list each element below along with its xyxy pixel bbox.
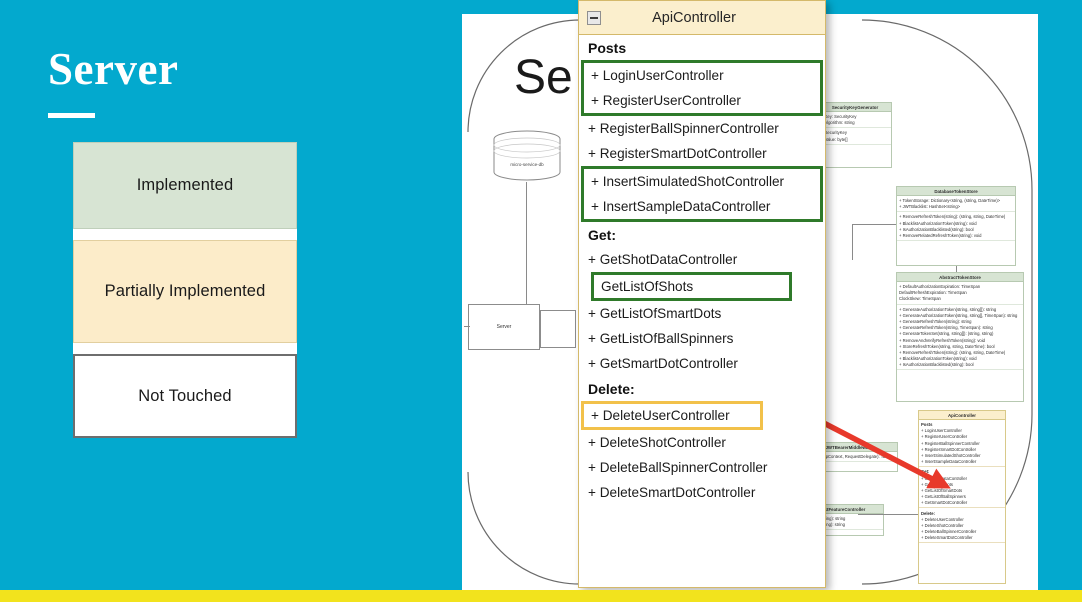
title-underline-rule (48, 113, 95, 119)
slide-background: Server Implemented Partially Implemented… (0, 0, 1082, 602)
api-entry[interactable]: + LoginUserController (584, 63, 820, 88)
server-box-label: Server (496, 324, 512, 330)
uml-method: + IsAuthorizationBlacklisted(string): bo… (899, 362, 974, 368)
legend-label: Implemented (136, 176, 234, 195)
uml-attributes: + Key: SecurityKey + Algorithm: string (819, 112, 891, 129)
api-entry[interactable]: + InsertSampleDataController (584, 194, 820, 219)
uml-attributes-2: + SecurityKey + Value: byte[] (819, 128, 891, 145)
api-entry[interactable]: + GetListOfBallSpinners (579, 326, 825, 351)
uml-group-delete: Delete: + DeleteUserController + DeleteS… (919, 508, 1005, 544)
uml-class-title: ApiController (919, 411, 1005, 420)
uml-class-apicontroller-mini: ApiController Posts + LoginUserControlle… (918, 410, 1006, 584)
page-title: Server (48, 44, 179, 94)
uml-method: + RemoveRelatedRefreshToken(string): voi… (899, 233, 982, 239)
server-box: Server (468, 304, 540, 350)
legend-item-implemented: Implemented (73, 142, 297, 229)
api-panel-header: ApiController (579, 1, 825, 35)
group-label-delete: Delete: (588, 381, 635, 397)
legend-label: Not Touched (138, 386, 232, 405)
bottom-accent-bar (0, 590, 1082, 602)
legend: Implemented Partially Implemented Not To… (73, 142, 297, 438)
legend-label: Partially Implemented (104, 282, 266, 301)
api-controller-zoom-panel: ApiController Posts + LoginUserControlle… (578, 0, 826, 588)
connector-line (852, 224, 896, 225)
api-entry[interactable]: + DeleteUserController (584, 404, 760, 427)
highlight-box-green-posts-1: + LoginUserController + RegisterUserCont… (581, 60, 823, 116)
api-panel-body: Posts + LoginUserController + RegisterUs… (579, 35, 825, 505)
group-label-posts: Posts (588, 40, 627, 56)
connector-line (464, 326, 470, 327)
uml-attr: + JWTBlacklist: HashSet<string> (899, 204, 961, 210)
uml-attr: + Algorithm: string (821, 120, 855, 126)
uml-method: + InsertSampleDataController (921, 459, 977, 465)
uml-attributes: + TokenStorage: Dictionary<string, (stri… (897, 196, 1015, 213)
uml-class-securitykeygenerator: SecurityKeyGenerator + Key: SecurityKey … (818, 102, 892, 168)
api-entry[interactable]: + DeleteShotController (579, 430, 825, 455)
highlight-box-green-getlistofshots[interactable]: GetListOfShots (591, 272, 792, 301)
title-block: Server (48, 44, 388, 119)
uml-method: + DeleteSmartDotController (921, 535, 973, 541)
legend-item-partially-implemented: Partially Implemented (73, 240, 297, 343)
connector-line (956, 266, 957, 272)
uml-attributes: + DefaultAuthorizationExpiration: TimeSp… (897, 282, 1023, 305)
uml-method: + GetSmartDotController (921, 500, 968, 506)
api-entry[interactable]: + RegisterSmartDotController (579, 141, 825, 166)
api-entry[interactable]: + GetSmartDotController (579, 351, 825, 376)
legend-item-not-touched: Not Touched (73, 354, 297, 438)
uml-methods: + RemoveRefreshToken(string): (string, s… (897, 212, 1015, 242)
api-entry[interactable]: + DeleteSmartDotController (579, 480, 825, 505)
uml-group-get: Get: + GetShotDataController + GetListOf… (919, 467, 1005, 509)
uml-method: + RemoveRefreshToken(string): (string, s… (899, 349, 1006, 355)
uml-class-title: SecurityKeyGenerator (819, 103, 891, 112)
uml-method: + GenerateAuthorizationToken(string, str… (899, 312, 1018, 318)
uml-group-posts: Posts + LoginUserController + RegisterUs… (919, 420, 1005, 468)
uml-class-title: AbstractTokenStore (897, 273, 1023, 282)
uml-methods: + GenerateAuthorizationToken(string, str… (897, 305, 1023, 371)
connector-line (858, 514, 918, 515)
uml-attr: + TokenStorage: Dictionary<string, (stri… (899, 198, 1001, 204)
api-panel-title: ApiController (652, 9, 736, 26)
api-entry[interactable]: + DeleteBallSpinnerController (579, 455, 825, 480)
connector-line (526, 182, 527, 304)
uml-method: + RemoveRefreshToken(string): (string, s… (899, 214, 1006, 220)
highlight-box-green-posts-2: + InsertSimulatedShotController + Insert… (581, 166, 823, 222)
highlight-box-yellow-deleteuser: + DeleteUserController (581, 401, 763, 430)
database-cylinder-icon: micro-service-db (493, 130, 561, 181)
api-entry[interactable]: + RegisterUserController (584, 88, 820, 113)
diagram-box (540, 310, 576, 348)
uml-class-databasetokenstore: DatabaseTokenStore + TokenStorage: Dicti… (896, 186, 1016, 266)
group-label-get: Get: (588, 227, 616, 243)
uml-attr: + Value: byte[] (821, 136, 848, 142)
api-entry[interactable]: + RegisterBallSpinnerController (579, 116, 825, 141)
svg-text:micro-service-db: micro-service-db (510, 162, 544, 167)
uml-class-title: DatabaseTokenStore (897, 187, 1015, 196)
connector-line (852, 224, 853, 260)
api-entry[interactable]: + InsertSimulatedShotController (584, 169, 820, 194)
minimize-icon[interactable] (587, 10, 601, 25)
uml-attr: ClockSkew: TimeSpan (899, 296, 941, 302)
api-entry[interactable]: + GetShotDataController (579, 247, 825, 272)
api-entry[interactable]: + GetListOfSmartDots (579, 301, 825, 326)
uml-class-abstracttokenstore: AbstractTokenStore + DefaultAuthorizatio… (896, 272, 1024, 402)
